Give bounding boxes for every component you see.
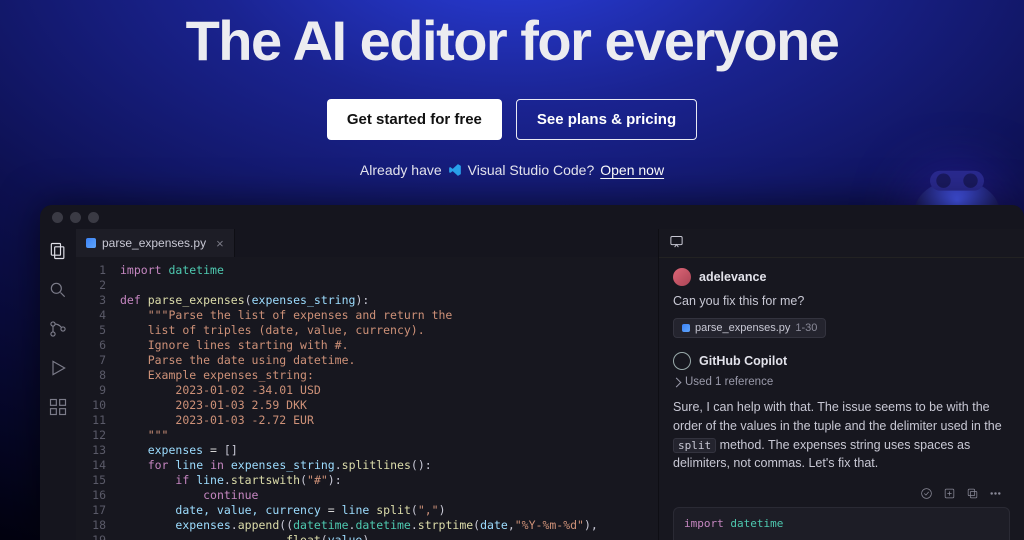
copy-icon[interactable] — [966, 487, 979, 503]
explorer-icon[interactable] — [48, 241, 68, 266]
more-icon[interactable] — [989, 487, 1002, 503]
copilot-icon — [673, 352, 691, 370]
code-body[interactable]: 1234567891011121314151617181920 import d… — [76, 257, 658, 540]
python-file-icon — [682, 324, 690, 332]
inline-code-pill: split — [673, 438, 716, 453]
already-pre-text: Already have — [360, 162, 442, 178]
suggested-code-block[interactable]: import datetime def parse_expenses(expen… — [673, 507, 1010, 540]
chat-pane: adelevance Can you fix this for me? pars… — [658, 229, 1024, 540]
window-titlebar — [40, 205, 1024, 229]
used-reference-text: Used 1 reference — [685, 376, 773, 388]
traffic-light-close[interactable] — [52, 212, 63, 223]
code-text[interactable]: import datetime def parse_expenses(expen… — [114, 257, 658, 540]
tab-filename-label: parse_expenses.py — [102, 236, 206, 250]
copilot-author: GitHub Copilot — [673, 352, 1010, 370]
cta-row: Get started for free See plans & pricing — [327, 99, 697, 140]
chat-user-author: adelevance — [673, 268, 1010, 286]
source-control-icon[interactable] — [48, 319, 68, 344]
python-file-icon — [86, 238, 96, 248]
traffic-light-max[interactable] — [88, 212, 99, 223]
tab-parse-expenses[interactable]: parse_expenses.py × — [76, 229, 235, 257]
chat-icon[interactable] — [669, 234, 684, 252]
search-icon[interactable] — [48, 280, 68, 305]
run-debug-icon[interactable] — [48, 358, 68, 383]
chip-range: 1-30 — [795, 322, 817, 334]
vscode-icon — [448, 163, 462, 177]
extensions-icon[interactable] — [48, 397, 68, 422]
already-product-text: Visual Studio Code? — [468, 162, 595, 178]
hero-headline: The AI editor for everyone — [186, 8, 839, 73]
editor-tabs: parse_expenses.py × — [76, 229, 658, 257]
open-now-link[interactable]: Open now — [600, 162, 664, 178]
used-reference-row[interactable]: Used 1 reference — [673, 376, 1010, 388]
plans-pricing-button[interactable]: See plans & pricing — [516, 99, 697, 140]
get-started-button[interactable]: Get started for free — [327, 99, 502, 140]
code-pane: parse_expenses.py × 12345678910111213141… — [76, 229, 658, 540]
insert-icon[interactable] — [943, 487, 956, 503]
chat-username: adelevance — [699, 270, 766, 284]
avatar — [673, 268, 691, 286]
editor-window: parse_expenses.py × 12345678910111213141… — [40, 205, 1024, 540]
chevron-right-icon — [672, 377, 682, 387]
close-icon[interactable]: × — [216, 236, 224, 251]
context-chip[interactable]: parse_expenses.py 1-30 — [673, 318, 826, 338]
code-block-toolbar — [673, 483, 1010, 507]
activity-bar — [40, 229, 76, 540]
chat-tabs — [659, 229, 1024, 258]
assistant-message: Sure, I can help with that. The issue se… — [673, 398, 1010, 473]
user-message: Can you fix this for me? — [673, 294, 1010, 308]
chip-filename: parse_expenses.py — [695, 322, 790, 334]
apply-icon[interactable] — [920, 487, 933, 503]
already-have-row: Already have Visual Studio Code? Open no… — [360, 162, 664, 178]
line-number-gutter: 1234567891011121314151617181920 — [76, 257, 114, 540]
traffic-light-min[interactable] — [70, 212, 81, 223]
copilot-label: GitHub Copilot — [699, 354, 787, 368]
